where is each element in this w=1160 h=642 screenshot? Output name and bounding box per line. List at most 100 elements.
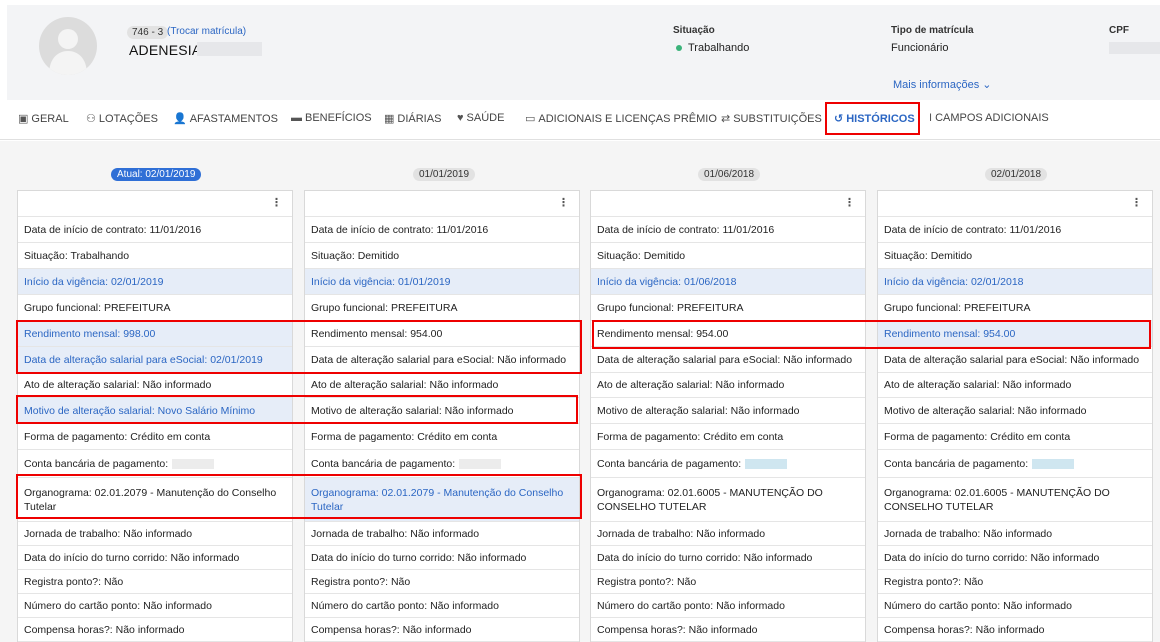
tab-geral[interactable]: ▣ GERAL xyxy=(18,112,69,126)
history-field-row: Número do cartão ponto: Não informado xyxy=(878,594,1152,618)
field-text: Ato de alteração salarial: Não informado xyxy=(24,379,212,391)
field-text: Organograma: 02.01.6005 - MANUTENÇÃO DO … xyxy=(597,486,823,513)
card-menu: ⋮ xyxy=(878,191,1152,217)
history-field-row: Registra ponto?: Não xyxy=(305,570,579,594)
tab-saude[interactable]: ♥ SAÚDE xyxy=(457,112,504,124)
history-field-row: Compensa horas?: Não informado xyxy=(591,618,865,642)
history-field-row: Motivo de alteração salarial: Não inform… xyxy=(591,398,865,424)
history-field-row: Data de alteração salarial para eSocial:… xyxy=(878,347,1152,373)
history-field-row: Data de início de contrato: 11/01/2016 xyxy=(305,217,579,243)
field-text: Grupo funcional: PREFEITURA xyxy=(311,301,458,314)
bank-account-redaction xyxy=(459,458,502,469)
field-text: Data do início do turno corrido: Não inf… xyxy=(24,551,240,564)
history-field-row: Compensa horas?: Não informado xyxy=(18,618,292,642)
field-text: Situação: Demitido xyxy=(597,249,686,262)
history-field-row: Forma de pagamento: Crédito em conta xyxy=(591,424,865,450)
name-redaction xyxy=(197,42,262,56)
card-menu: ⋮ xyxy=(591,191,865,217)
field-text: Grupo funcional: PREFEITURA xyxy=(597,301,744,314)
field-text: Data de início de contrato: 11/01/2016 xyxy=(24,223,202,236)
field-text: Data do início do turno corrido: Não inf… xyxy=(884,551,1100,564)
tab-campos-adicionais[interactable]: I CAMPOS ADICIONAIS xyxy=(929,112,1049,124)
history-field-row: Número do cartão ponto: Não informado xyxy=(591,594,865,618)
user-x-icon: 👤 xyxy=(173,113,187,125)
history-card: ⋮ Data de início de contrato: 11/01/2016 S… xyxy=(590,190,866,642)
cpf-label: CPF xyxy=(1109,25,1129,36)
field-text: Início da vigência: 01/06/2018 xyxy=(597,275,737,288)
tab-substituicoes[interactable]: ⇄ SUBSTITUIÇÕES xyxy=(721,112,822,126)
salary-change-annotation xyxy=(16,320,582,374)
history-field-row: Data de início de contrato: 11/01/2016 xyxy=(878,217,1152,243)
history-field-row: Número do cartão ponto: Não informado xyxy=(18,594,292,618)
kebab-menu-icon[interactable]: ⋮ xyxy=(558,196,569,209)
history-field-row: Registra ponto?: Não xyxy=(591,570,865,594)
field-text: Compensa horas?: Não informado xyxy=(884,623,1045,636)
field-text: Início da vigência: 02/01/2019 xyxy=(24,275,164,288)
field-text: Grupo funcional: PREFEITURA xyxy=(884,301,1031,314)
field-text: Ato de alteração salarial: Não informado xyxy=(884,379,1072,391)
field-text: Forma de pagamento: Crédito em conta xyxy=(884,430,1071,443)
tab-afastamentos[interactable]: 👤 AFASTAMENTOS xyxy=(173,112,278,126)
history-field-row: Grupo funcional: PREFEITURA xyxy=(591,295,865,321)
situacao-value: Trabalhando xyxy=(688,42,750,54)
version-date-badge: Atual: 02/01/2019 xyxy=(111,168,202,181)
field-text: Registra ponto?: Não xyxy=(884,575,984,588)
field-text: Forma de pagamento: Crédito em conta xyxy=(597,430,784,443)
field-text: Compensa horas?: Não informado xyxy=(311,623,472,636)
more-info-link[interactable]: Mais informações ⌄ xyxy=(893,78,991,91)
field-text: Data de alteração salarial para eSocial:… xyxy=(597,353,853,366)
salary-annotation-right xyxy=(592,320,1151,349)
tab-diarias[interactable]: ▦ DIÁRIAS xyxy=(384,112,442,126)
history-field-row: Motivo de alteração salarial: Não inform… xyxy=(878,398,1152,424)
bank-account-redaction xyxy=(1032,458,1075,469)
history-field-row: Forma de pagamento: Crédito em conta xyxy=(878,424,1152,450)
user-silhouette-icon xyxy=(49,29,87,75)
history-field-row: Forma de pagamento: Crédito em conta xyxy=(305,424,579,450)
field-text: Número do cartão ponto: Não informado xyxy=(597,599,785,612)
field-text: Data do início do turno corrido: Não inf… xyxy=(311,551,527,564)
field-text: Jornada de trabalho: Não informado xyxy=(884,527,1053,540)
tab-label: BENEFÍCIOS xyxy=(305,112,372,124)
tab-adicionais[interactable]: ▭ ADICIONAIS E LICENÇAS PRÊMIO xyxy=(525,112,717,126)
kebab-menu-icon[interactable]: ⋮ xyxy=(844,196,855,209)
credit-card-icon: ▬ xyxy=(291,112,302,124)
history-field-row: Conta bancária de pagamento: xyxy=(878,450,1152,478)
tab-label: DIÁRIAS xyxy=(397,112,442,125)
tab-label: GERAL xyxy=(31,112,69,125)
text-cursor-icon: I xyxy=(929,112,933,124)
field-text: Início da vigência: 01/01/2019 xyxy=(311,275,451,288)
sitemap-icon: ⚇ xyxy=(86,113,96,125)
history-field-row: Situação: Demitido xyxy=(305,243,579,269)
field-text: Registra ponto?: Não xyxy=(597,575,697,588)
tab-beneficios[interactable]: ▬ BENEFÍCIOS xyxy=(291,112,372,124)
field-text: Número do cartão ponto: Não informado xyxy=(884,599,1072,612)
swap-icon: ⇄ xyxy=(721,113,731,125)
change-matricula-link[interactable]: (Trocar matrícula) xyxy=(167,26,246,37)
history-card: ⋮ Data de início de contrato: 11/01/2016 S… xyxy=(877,190,1153,642)
tab-label: CAMPOS ADICIONAIS xyxy=(935,112,1049,124)
status-dot-icon xyxy=(676,45,682,51)
history-field-row: Ato de alteração salarial: Não informado xyxy=(591,373,865,398)
field-text: Registra ponto?: Não xyxy=(24,575,124,588)
field-text: Data de início de contrato: 11/01/2016 xyxy=(884,223,1062,236)
field-text: Motivo de alteração salarial: Não inform… xyxy=(597,404,800,417)
history-field-row: Grupo funcional: PREFEITURA xyxy=(18,295,292,321)
employee-header: 746 - 3 (Trocar matrícula) ADENESIA Situ… xyxy=(7,5,1160,100)
field-text: Motivo de alteração salarial: Não inform… xyxy=(884,404,1087,417)
field-text: Conta bancária de pagamento: xyxy=(884,457,1029,470)
history-field-row: Compensa horas?: Não informado xyxy=(305,618,579,642)
field-text: Data do início do turno corrido: Não inf… xyxy=(597,551,813,564)
history-field-row: Situação: Demitido xyxy=(591,243,865,269)
history-field-row: Início da vigência: 01/01/2019 xyxy=(305,269,579,295)
field-text: Conta bancária de pagamento: xyxy=(597,457,742,470)
history-field-row: Forma de pagamento: Crédito em conta xyxy=(18,424,292,450)
history-field-row: Número do cartão ponto: Não informado xyxy=(305,594,579,618)
history-field-row: Data do início do turno corrido: Não inf… xyxy=(878,546,1152,570)
kebab-menu-icon[interactable]: ⋮ xyxy=(1131,196,1142,209)
tab-lotacoes[interactable]: ⚇ LOTAÇÕES xyxy=(86,112,158,126)
heart-icon: ♥ xyxy=(457,112,464,124)
history-field-row: Data de alteração salarial para eSocial:… xyxy=(591,347,865,373)
kebab-menu-icon[interactable]: ⋮ xyxy=(271,196,282,209)
history-field-row: Início da vigência: 02/01/2019 xyxy=(18,269,292,295)
history-field-row: Jornada de trabalho: Não informado xyxy=(18,522,292,546)
